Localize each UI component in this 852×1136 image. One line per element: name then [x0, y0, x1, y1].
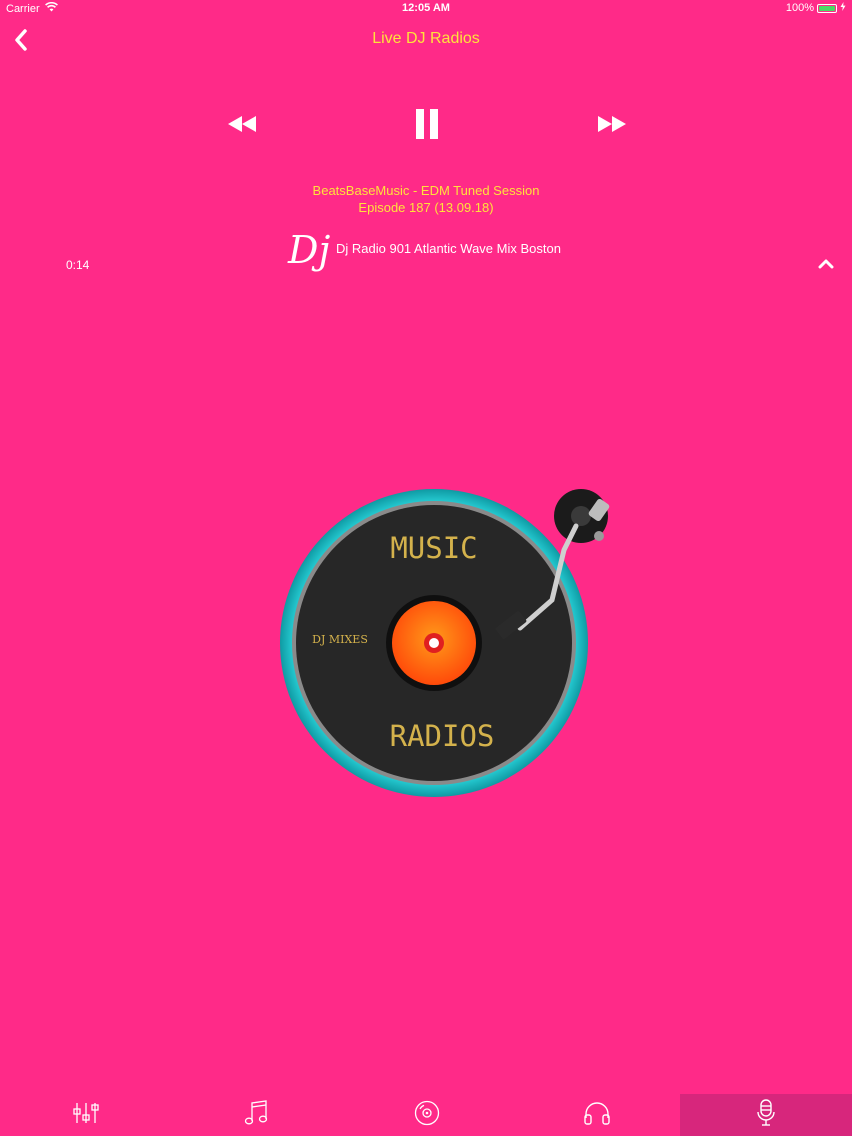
- turntable-illustration: MUSIC DJ MIXES RADIOS: [280, 489, 610, 797]
- artwork-left-text: DJ MIXES: [312, 633, 368, 646]
- dj-logo: Dj: [288, 228, 331, 272]
- status-right: 100%: [786, 2, 846, 14]
- station-artwork: MUSIC DJ MIXES RADIOS: [276, 480, 616, 800]
- fast-forward-button[interactable]: [582, 106, 642, 146]
- fast-forward-icon: [597, 114, 627, 139]
- status-time: 12:05 AM: [402, 2, 450, 14]
- tab-headphones[interactable]: [511, 1094, 683, 1136]
- playback-controls: [0, 106, 852, 146]
- chevron-up-icon: [818, 256, 834, 274]
- rewind-button[interactable]: [212, 106, 272, 146]
- pause-icon: [415, 108, 439, 145]
- rewind-icon: [227, 114, 257, 139]
- microphone-icon: [755, 1098, 777, 1132]
- charging-icon: [840, 2, 846, 14]
- tab-vinyl[interactable]: [341, 1094, 513, 1136]
- expand-button[interactable]: [812, 252, 840, 278]
- nav-bar: Live DJ Radios: [0, 18, 852, 64]
- track-title: BeatsBaseMusic - EDM Tuned Session Episo…: [0, 182, 852, 216]
- tab-live-radio[interactable]: [680, 1094, 852, 1136]
- equalizer-icon: [73, 1102, 99, 1129]
- artwork-bottom-text: RADIOS: [390, 719, 495, 753]
- tab-bar: [0, 1092, 852, 1136]
- battery-percent: 100%: [785, 2, 814, 14]
- elapsed-time: 0:14: [66, 258, 90, 272]
- track-title-line2: Episode 187 (13.09.18): [358, 200, 494, 215]
- page-title: Live DJ Radios: [372, 30, 480, 47]
- status-bar: Carrier 12:05 AM 100%: [0, 0, 852, 18]
- track-title-line1: BeatsBaseMusic - EDM Tuned Session: [312, 183, 540, 198]
- tab-equalizer[interactable]: [0, 1094, 172, 1136]
- artwork-top-text: MUSIC: [390, 531, 477, 565]
- vinyl-disc-icon: [414, 1100, 440, 1131]
- headphones-icon: [583, 1100, 611, 1131]
- station-row: Dj Dj Radio 901 Atlantic Wave Mix Boston: [288, 230, 561, 270]
- pause-button[interactable]: [397, 106, 457, 146]
- music-note-icon: [244, 1099, 268, 1131]
- battery-icon: [817, 3, 837, 13]
- station-name: Dj Radio 901 Atlantic Wave Mix Boston: [336, 240, 561, 256]
- tab-music[interactable]: [170, 1094, 342, 1136]
